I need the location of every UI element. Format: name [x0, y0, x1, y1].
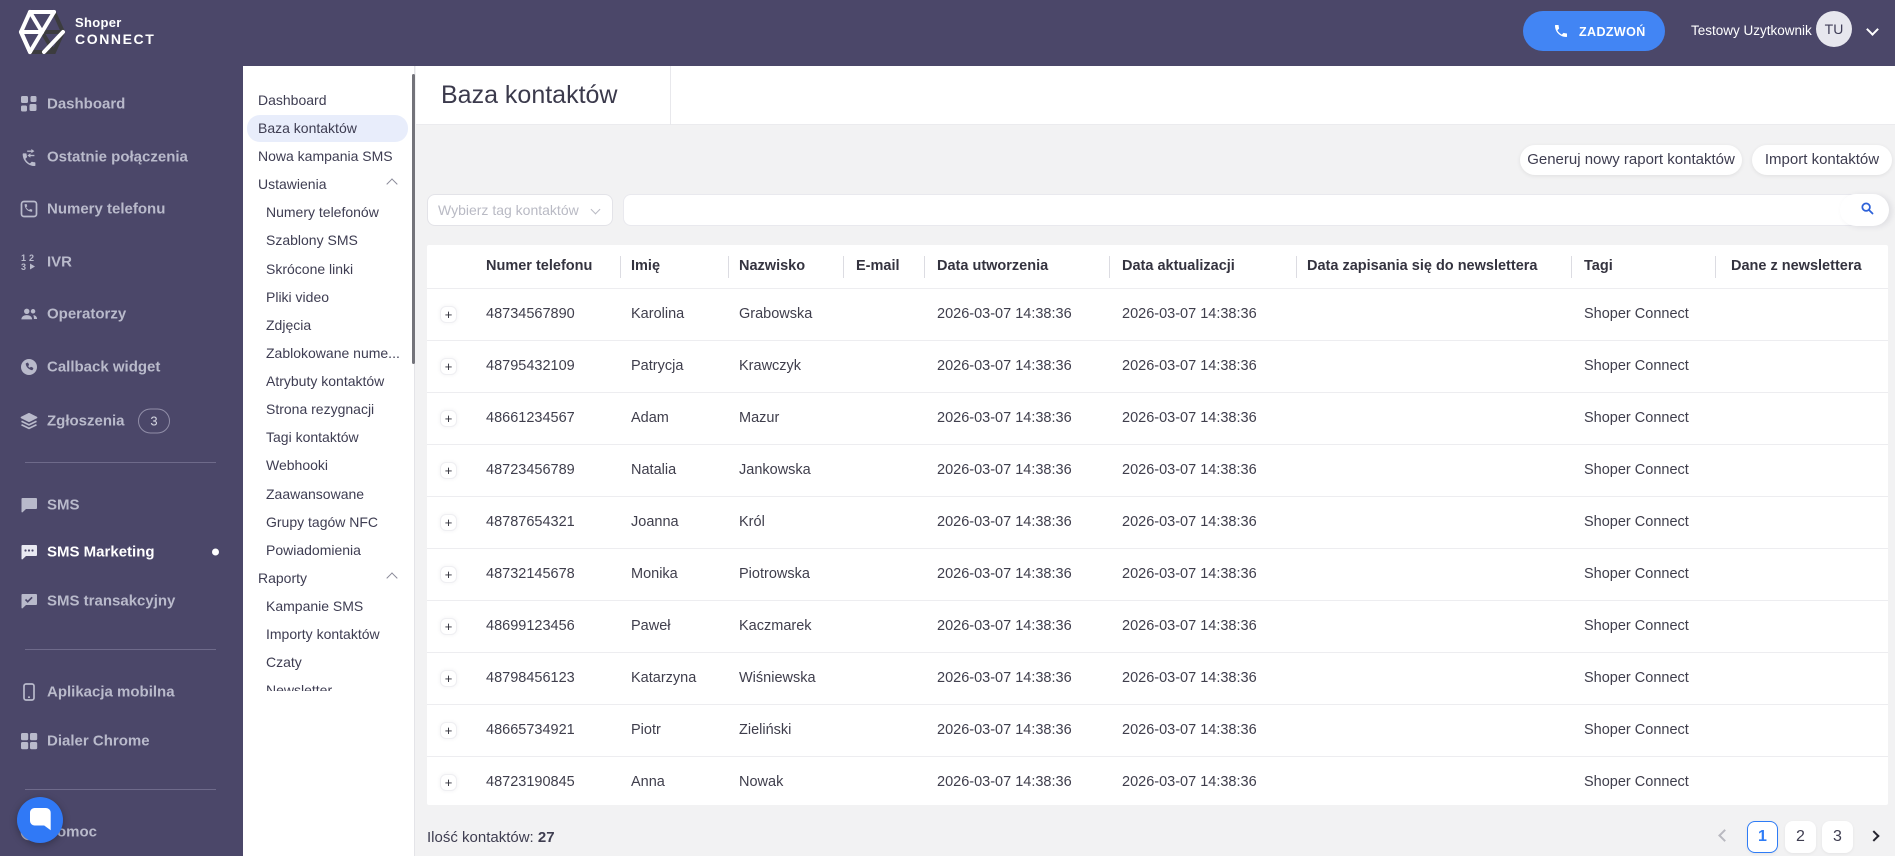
- svg-text:3: 3: [21, 262, 26, 271]
- svg-text:2: 2: [29, 253, 34, 263]
